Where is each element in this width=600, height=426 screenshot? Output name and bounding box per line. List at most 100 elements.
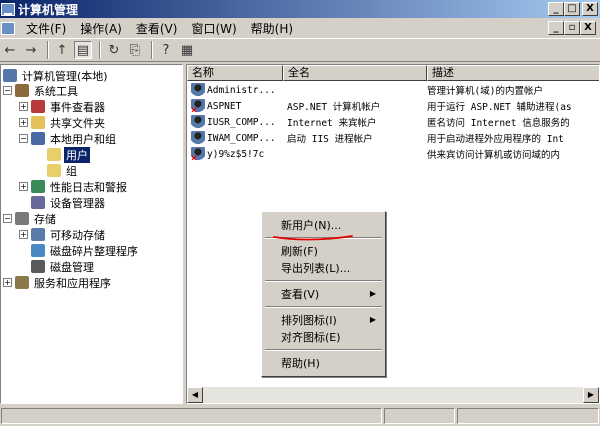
list-item[interactable]: y)9%z$5!7c 供来宾访问计算机或访问域的内 <box>187 146 599 162</box>
disk-management-icon <box>31 260 45 273</box>
list-header: 名称 全名 描述 <box>187 65 599 81</box>
expand-icon[interactable]: + <box>19 182 28 191</box>
toolbar-separator <box>99 41 101 59</box>
menu-item-view[interactable]: 查看(V) ▶ <box>265 285 382 302</box>
red-underline-annotation <box>273 235 353 241</box>
tree-item-computer-management[interactable]: 计算机管理(本地) <box>3 68 110 83</box>
computer-icon <box>3 69 17 82</box>
tree-item-services-applications[interactable]: + 服务和应用程序 <box>3 275 113 290</box>
shared-folder-icon <box>31 116 45 129</box>
tree-item-shared-folders[interactable]: + 共享文件夹 <box>19 115 107 130</box>
tree-item-disk-management[interactable]: 磁盘管理 <box>31 259 96 274</box>
menu-window[interactable]: 窗口(W) <box>184 20 243 37</box>
console-icon[interactable] <box>1 21 15 35</box>
expand-icon[interactable]: + <box>3 278 12 287</box>
defrag-icon <box>31 244 45 257</box>
child-restore-button[interactable]: ▫ <box>564 21 580 35</box>
menu-item-arrange-icons[interactable]: 排列图标(I) ▶ <box>265 311 382 328</box>
user-icon <box>191 131 205 145</box>
tools-icon <box>15 84 29 97</box>
title-bar: 计算机管理 _ □ X <box>0 0 600 18</box>
refresh-icon[interactable]: ↻ <box>105 41 123 59</box>
performance-icon <box>31 180 45 193</box>
storage-icon <box>15 212 29 225</box>
show-hide-tree-icon[interactable]: ▤ <box>74 41 92 59</box>
toolbar-separator <box>151 41 153 59</box>
list-item[interactable]: Administr... 管理计算机(域)的内置帐户 <box>187 82 599 98</box>
up-level-icon[interactable]: ↑ <box>53 41 71 59</box>
back-arrow-icon[interactable]: ← <box>1 41 19 59</box>
menu-item-refresh[interactable]: 刷新(F) <box>265 242 382 259</box>
tree-item-disk-defragmenter[interactable]: 磁盘碎片整理程序 <box>31 243 140 258</box>
close-button[interactable]: X <box>582 2 598 16</box>
menu-file[interactable]: 文件(F) <box>19 20 73 37</box>
services-icon <box>15 276 29 289</box>
menu-bar: 文件(F) 操作(A) 查看(V) 窗口(W) 帮助(H) _ ▫ X <box>0 18 600 38</box>
status-cell-main <box>1 408 382 424</box>
column-header-name[interactable]: 名称 <box>187 65 283 81</box>
status-cell <box>383 408 456 424</box>
removable-storage-icon <box>31 228 45 241</box>
collapse-icon[interactable]: − <box>19 134 28 143</box>
maximize-button[interactable]: □ <box>564 2 580 16</box>
tree-item-storage[interactable]: − 存储 <box>3 211 58 226</box>
device-manager-icon <box>31 196 45 209</box>
window-title: 计算机管理 <box>18 2 79 17</box>
export-list-icon[interactable]: ⎘ <box>126 41 144 59</box>
tree-item-users[interactable]: 用户 <box>47 146 90 163</box>
disabled-user-icon <box>191 99 205 113</box>
expand-icon[interactable]: + <box>19 118 28 127</box>
submenu-arrow-icon: ▶ <box>369 315 376 324</box>
users-icon <box>31 132 45 145</box>
console-tree-icon[interactable]: ▦ <box>178 41 196 59</box>
child-minimize-button[interactable]: _ <box>548 21 564 35</box>
help-icon[interactable]: ? <box>157 41 175 59</box>
list-item[interactable]: IUSR_COMP... Internet 来宾帐户 匿名访问 Internet… <box>187 114 599 130</box>
tree-item-system-tools[interactable]: − 系统工具 <box>3 83 80 98</box>
tree-item-groups[interactable]: 组 <box>47 163 79 178</box>
scroll-left-icon[interactable]: ◀ <box>187 387 203 403</box>
collapse-icon[interactable]: − <box>3 214 12 223</box>
collapse-icon[interactable]: − <box>3 86 12 95</box>
column-header-description[interactable]: 描述 <box>427 65 599 81</box>
scroll-right-icon[interactable]: ▶ <box>583 387 599 403</box>
tree-item-performance-logs[interactable]: + 性能日志和警报 <box>19 179 129 194</box>
menu-help[interactable]: 帮助(H) <box>244 20 300 37</box>
expand-icon[interactable]: + <box>19 230 28 239</box>
list-item[interactable]: ASPNET ASP.NET 计算机帐户 用于运行 ASP.NET 辅助进程(a… <box>187 98 599 114</box>
underline-stroke <box>273 235 353 241</box>
menu-separator <box>265 306 382 308</box>
status-bar <box>0 406 600 426</box>
menu-item-export-list[interactable]: 导出列表(L)... <box>265 259 382 276</box>
scrollbar-track[interactable] <box>203 387 583 403</box>
tree-item-removable-storage[interactable]: + 可移动存储 <box>19 227 107 242</box>
toolbar-separator <box>47 41 49 59</box>
user-icon <box>191 115 205 129</box>
menu-item-new-user[interactable]: 新用户(N)... <box>265 216 382 233</box>
list-item[interactable]: IWAM_COMP... 启动 IIS 进程帐户 用于启动进程外应用程序的 In… <box>187 130 599 146</box>
user-list[interactable]: 名称 全名 描述 Administr... 管理计算机(域)的内置帐户 ASPN… <box>186 64 600 404</box>
tree-item-device-manager[interactable]: 设备管理器 <box>31 195 107 210</box>
column-header-full-name[interactable]: 全名 <box>283 65 427 81</box>
folder-icon <box>47 164 61 177</box>
menu-view[interactable]: 查看(V) <box>129 20 185 37</box>
event-viewer-icon <box>31 100 45 113</box>
menu-item-help[interactable]: 帮助(H) <box>265 354 382 371</box>
status-cell <box>457 408 600 424</box>
submenu-arrow-icon: ▶ <box>369 289 376 298</box>
user-icon <box>191 83 205 97</box>
menu-action[interactable]: 操作(A) <box>73 20 129 37</box>
console-tree[interactable]: 计算机管理(本地) − 系统工具 + 事件查看器 + 共享文件夹 − 本地用户和… <box>0 64 183 404</box>
menu-separator <box>265 280 382 282</box>
tree-item-local-users-groups[interactable]: − 本地用户和组 <box>19 131 118 146</box>
child-close-button[interactable]: X <box>580 21 596 35</box>
computer-management-icon <box>1 2 15 16</box>
menu-item-line-up-icons[interactable]: 对齐图标(E) <box>265 328 382 345</box>
folder-icon <box>47 148 61 161</box>
tree-item-event-viewer[interactable]: + 事件查看器 <box>19 99 107 114</box>
expand-icon[interactable]: + <box>19 102 28 111</box>
toolbar: ← → ↑ ▤ ↻ ⎘ ? ▦ <box>0 38 600 62</box>
horizontal-scrollbar[interactable]: ◀ ▶ <box>187 387 599 403</box>
forward-arrow-icon[interactable]: → <box>22 41 40 59</box>
minimize-button[interactable]: _ <box>548 2 564 16</box>
